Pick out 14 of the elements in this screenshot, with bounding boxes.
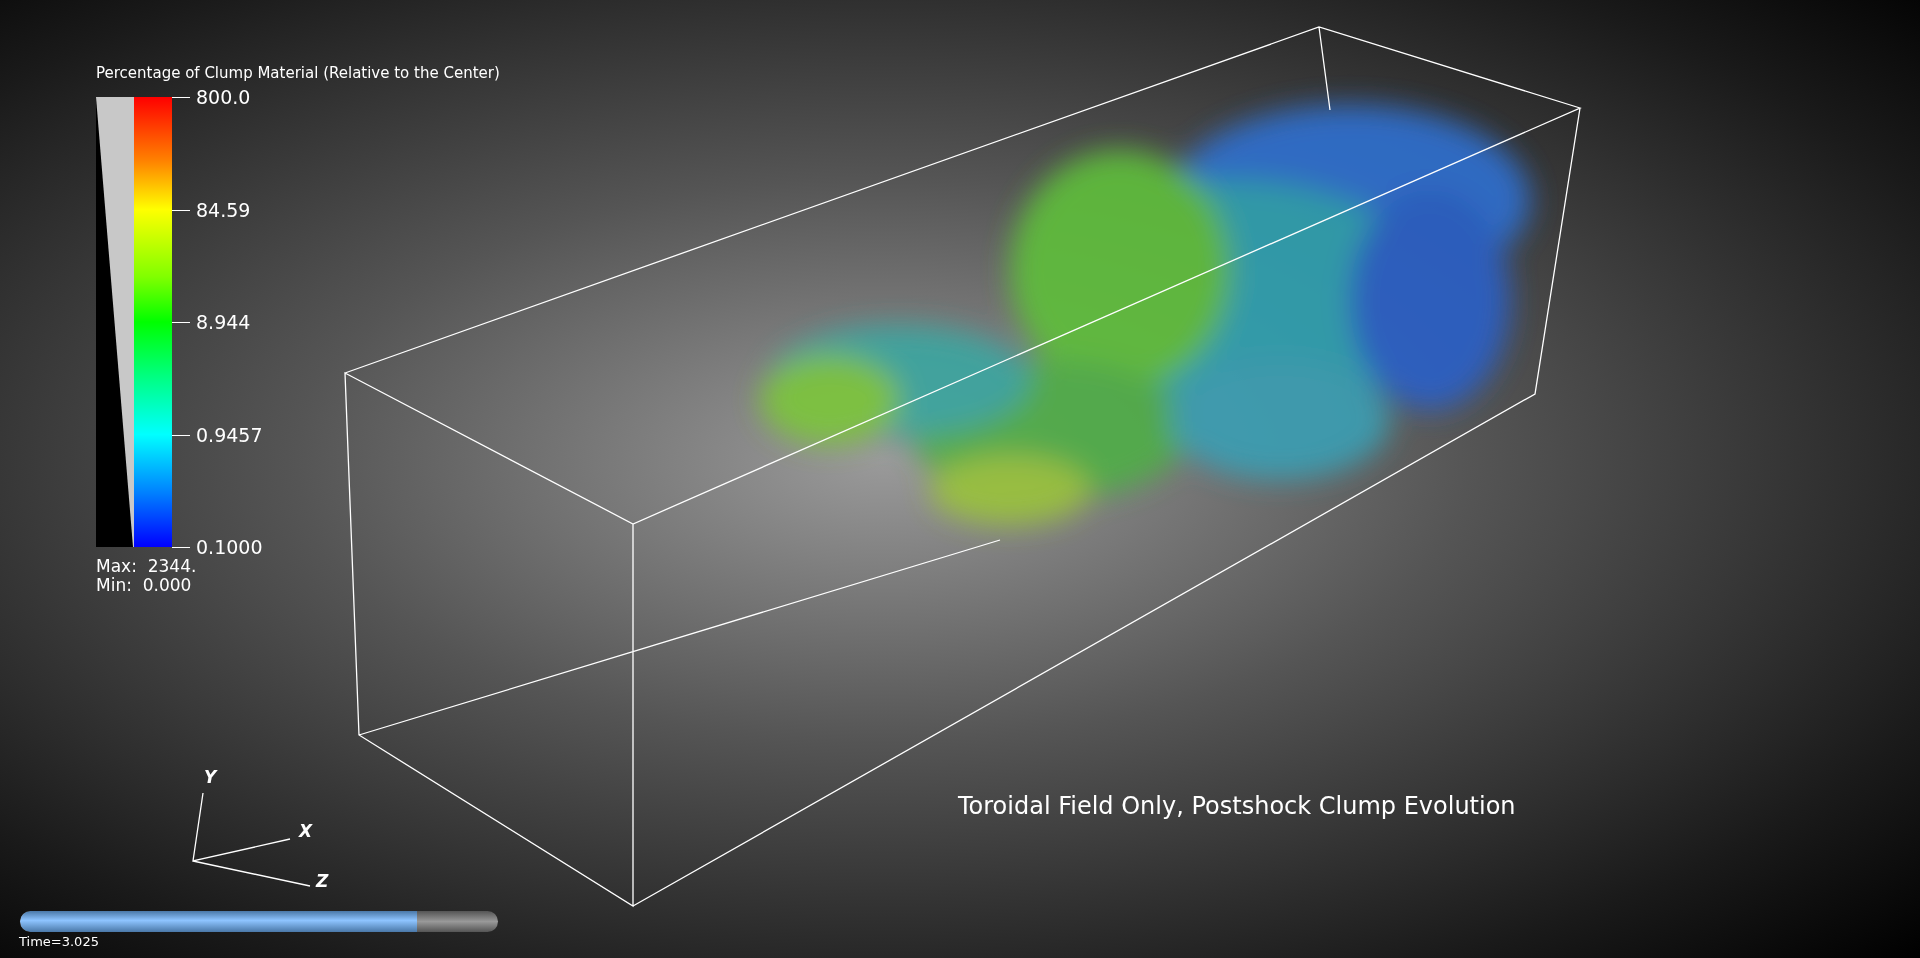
axis-label: X <box>299 820 313 843</box>
tick-label: 0.9457 <box>196 423 263 446</box>
plot-title: Toroidal Field Only, Postshock Clump Evolution <box>958 791 1516 822</box>
tick-label: 8.944 <box>196 311 251 333</box>
axis-label: Y <box>204 766 217 789</box>
time-label: Time=3.025 <box>19 933 99 951</box>
legend-title: Percentage of Clump Material (Relative to the Center) <box>96 63 500 84</box>
max-label: Max: 2344. <box>96 557 197 576</box>
axis-label: Z <box>316 870 329 893</box>
time-slider[interactable] <box>20 911 498 932</box>
min-label: Min: 0.000 <box>96 576 192 595</box>
tick-label: 84.59 <box>196 198 251 221</box>
tick-label: 0.1000 <box>196 536 263 558</box>
tick-label: 800.0 <box>196 86 251 108</box>
